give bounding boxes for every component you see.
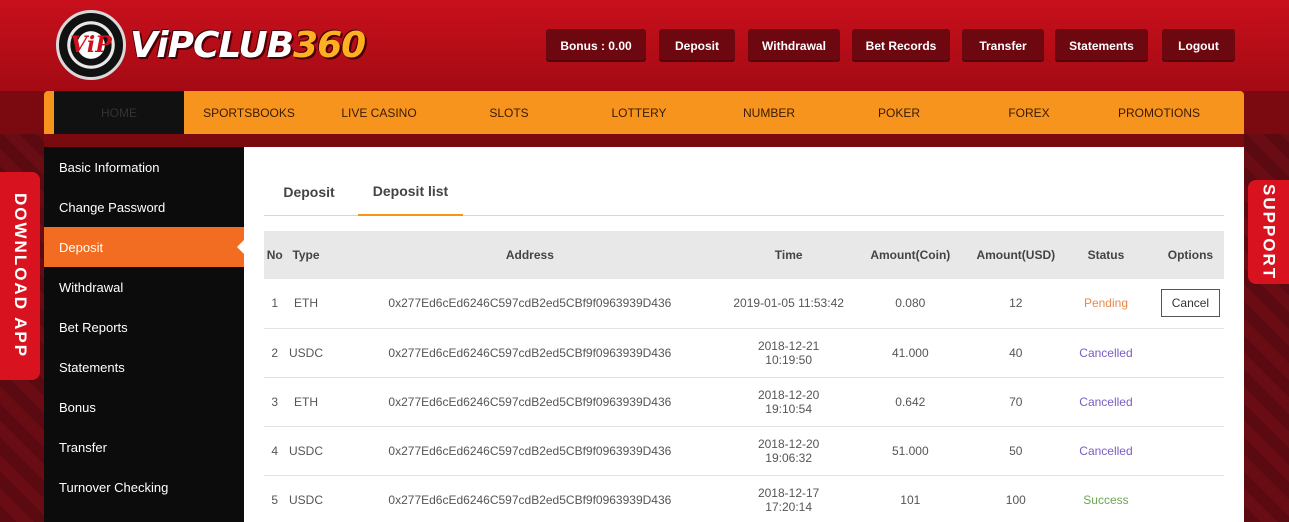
cell-no: 3 bbox=[264, 377, 286, 427]
site-logo[interactable]: ViP ViPCLUB360 bbox=[56, 10, 386, 80]
bonus-button[interactable]: Bonus : 0.00 bbox=[546, 29, 646, 62]
table-row: 4 USDC 0x277Ed6cEd6246C597cdB2ed5CBf9f09… bbox=[264, 426, 1224, 476]
cell-address: 0x277Ed6cEd6246C597cdB2ed5CBf9f0963939D4… bbox=[326, 426, 734, 476]
header-type: Type bbox=[285, 231, 327, 279]
cell-time: 2018-12-20 19:06:32 bbox=[733, 426, 845, 476]
cell-type: USDC bbox=[285, 426, 327, 476]
cell-amount-coin: 101 bbox=[844, 475, 977, 522]
cell-time: 2019-01-05 11:53:42 bbox=[733, 279, 845, 329]
cell-type: USDC bbox=[285, 328, 327, 378]
cell-address: 0x277Ed6cEd6246C597cdB2ed5CBf9f0963939D4… bbox=[326, 475, 734, 522]
cell-no: 2 bbox=[264, 328, 286, 378]
cell-options bbox=[1156, 328, 1224, 378]
cell-amount-usd: 70 bbox=[976, 377, 1056, 427]
download-app-tab[interactable]: DOWNLOAD APP bbox=[0, 172, 40, 380]
cell-time: 2018-12-21 10:19:50 bbox=[733, 328, 845, 378]
cell-type: ETH bbox=[285, 279, 327, 329]
table-header-row: No Type Address Time Amount(Coin) Amount… bbox=[264, 231, 1224, 279]
sidebar-item-deposit[interactable]: Deposit bbox=[44, 227, 244, 267]
sidebar-item-bet-reports[interactable]: Bet Reports bbox=[44, 307, 244, 347]
poker-chip-icon: ViP bbox=[56, 10, 126, 80]
header-amount-coin: Amount(Coin) bbox=[844, 231, 977, 279]
logout-button[interactable]: Logout bbox=[1162, 29, 1235, 62]
logo-number: 360 bbox=[293, 24, 366, 66]
header-status: Status bbox=[1055, 231, 1157, 279]
deposit-tabs: Deposit Deposit list bbox=[264, 167, 1224, 216]
cancel-button[interactable]: Cancel bbox=[1160, 289, 1220, 318]
account-sidebar: Basic Information Change Password Deposi… bbox=[44, 147, 244, 522]
cell-type: ETH bbox=[285, 377, 327, 427]
nav-number[interactable]: NUMBER bbox=[704, 91, 834, 134]
table-row: 5 USDC 0x277Ed6cEd6246C597cdB2ed5CBf9f09… bbox=[264, 475, 1224, 522]
download-app-label: DOWNLOAD APP bbox=[11, 193, 30, 359]
deposit-button[interactable]: Deposit bbox=[659, 29, 735, 62]
cell-options: Cancel bbox=[1156, 279, 1224, 329]
table-row: 1 ETH 0x277Ed6cEd6246C597cdB2ed5CBf9f096… bbox=[264, 279, 1224, 329]
cell-no: 1 bbox=[264, 279, 286, 329]
nav-lottery[interactable]: LOTTERY bbox=[574, 91, 704, 134]
nav-slots[interactable]: SLOTS bbox=[444, 91, 574, 134]
sidebar-item-turnover-checking[interactable]: Turnover Checking bbox=[44, 467, 244, 507]
main-nav: HOME SPORTSBOOKS LIVE CASINO SLOTS LOTTE… bbox=[44, 91, 1244, 134]
header-no: No bbox=[264, 231, 286, 279]
sidebar-item-statements[interactable]: Statements bbox=[44, 347, 244, 387]
cell-type: USDC bbox=[285, 475, 327, 522]
cell-amount-coin: 0.080 bbox=[844, 279, 977, 329]
header-time: Time bbox=[733, 231, 845, 279]
cell-options bbox=[1156, 475, 1224, 522]
sidebar-item-change-password[interactable]: Change Password bbox=[44, 187, 244, 227]
table-row: 2 USDC 0x277Ed6cEd6246C597cdB2ed5CBf9f09… bbox=[264, 328, 1224, 378]
main-content: Deposit Deposit list No Type Address Tim… bbox=[244, 147, 1244, 522]
nav-poker[interactable]: POKER bbox=[834, 91, 964, 134]
cell-status: Cancelled bbox=[1055, 426, 1157, 476]
support-label: SUPPORT bbox=[1259, 183, 1279, 281]
cell-status: Pending bbox=[1055, 279, 1157, 329]
cell-time: 2018-12-17 17:20:14 bbox=[733, 475, 845, 522]
nav-live-casino[interactable]: LIVE CASINO bbox=[314, 91, 444, 134]
cell-amount-coin: 51.000 bbox=[844, 426, 977, 476]
statements-button[interactable]: Statements bbox=[1055, 29, 1148, 62]
tab-deposit-list[interactable]: Deposit list bbox=[358, 167, 463, 216]
cell-amount-usd: 12 bbox=[976, 279, 1056, 329]
logo-text: ViPCLUB360 bbox=[130, 24, 366, 66]
nav-promotions[interactable]: PROMOTIONS bbox=[1094, 91, 1224, 134]
header-amount-usd: Amount(USD) bbox=[976, 231, 1056, 279]
cell-amount-usd: 100 bbox=[976, 475, 1056, 522]
sidebar-item-bonus[interactable]: Bonus bbox=[44, 387, 244, 427]
cell-address: 0x277Ed6cEd6246C597cdB2ed5CBf9f0963939D4… bbox=[326, 328, 734, 378]
sidebar-item-basic-information[interactable]: Basic Information bbox=[44, 147, 244, 187]
cell-amount-coin: 41.000 bbox=[844, 328, 977, 378]
cell-amount-coin: 0.642 bbox=[844, 377, 977, 427]
bet-records-button[interactable]: Bet Records bbox=[852, 29, 950, 62]
deposit-list-table: No Type Address Time Amount(Coin) Amount… bbox=[264, 231, 1224, 522]
nav-sportsbooks[interactable]: SPORTSBOOKS bbox=[184, 91, 314, 134]
cell-amount-usd: 40 bbox=[976, 328, 1056, 378]
cell-amount-usd: 50 bbox=[976, 426, 1056, 476]
cell-status: Success bbox=[1055, 475, 1157, 522]
cell-address: 0x277Ed6cEd6246C597cdB2ed5CBf9f0963939D4… bbox=[326, 279, 734, 329]
tab-deposit[interactable]: Deposit bbox=[264, 167, 354, 216]
cell-options bbox=[1156, 426, 1224, 476]
nav-forex[interactable]: FOREX bbox=[964, 91, 1094, 134]
cell-address: 0x277Ed6cEd6246C597cdB2ed5CBf9f0963939D4… bbox=[326, 377, 734, 427]
sidebar-item-withdrawal[interactable]: Withdrawal bbox=[44, 267, 244, 307]
logo-name: ViPCLUB bbox=[130, 24, 294, 66]
cell-no: 4 bbox=[264, 426, 286, 476]
withdrawal-button[interactable]: Withdrawal bbox=[748, 29, 840, 62]
header-address: Address bbox=[326, 231, 734, 279]
cell-status: Cancelled bbox=[1055, 328, 1157, 378]
header-options: Options bbox=[1156, 231, 1224, 279]
cell-no: 5 bbox=[264, 475, 286, 522]
sidebar-item-transfer[interactable]: Transfer bbox=[44, 427, 244, 467]
cell-time: 2018-12-20 19:10:54 bbox=[733, 377, 845, 427]
cell-status: Cancelled bbox=[1055, 377, 1157, 427]
cell-options bbox=[1156, 377, 1224, 427]
logo-mark: ViP bbox=[70, 32, 112, 58]
nav-home[interactable]: HOME bbox=[54, 91, 184, 134]
transfer-button[interactable]: Transfer bbox=[962, 29, 1044, 62]
table-row: 3 ETH 0x277Ed6cEd6246C597cdB2ed5CBf9f096… bbox=[264, 377, 1224, 427]
support-tab[interactable]: SUPPORT bbox=[1248, 180, 1289, 284]
header: ViP ViPCLUB360 Bonus : 0.00 Deposit With… bbox=[0, 0, 1289, 91]
